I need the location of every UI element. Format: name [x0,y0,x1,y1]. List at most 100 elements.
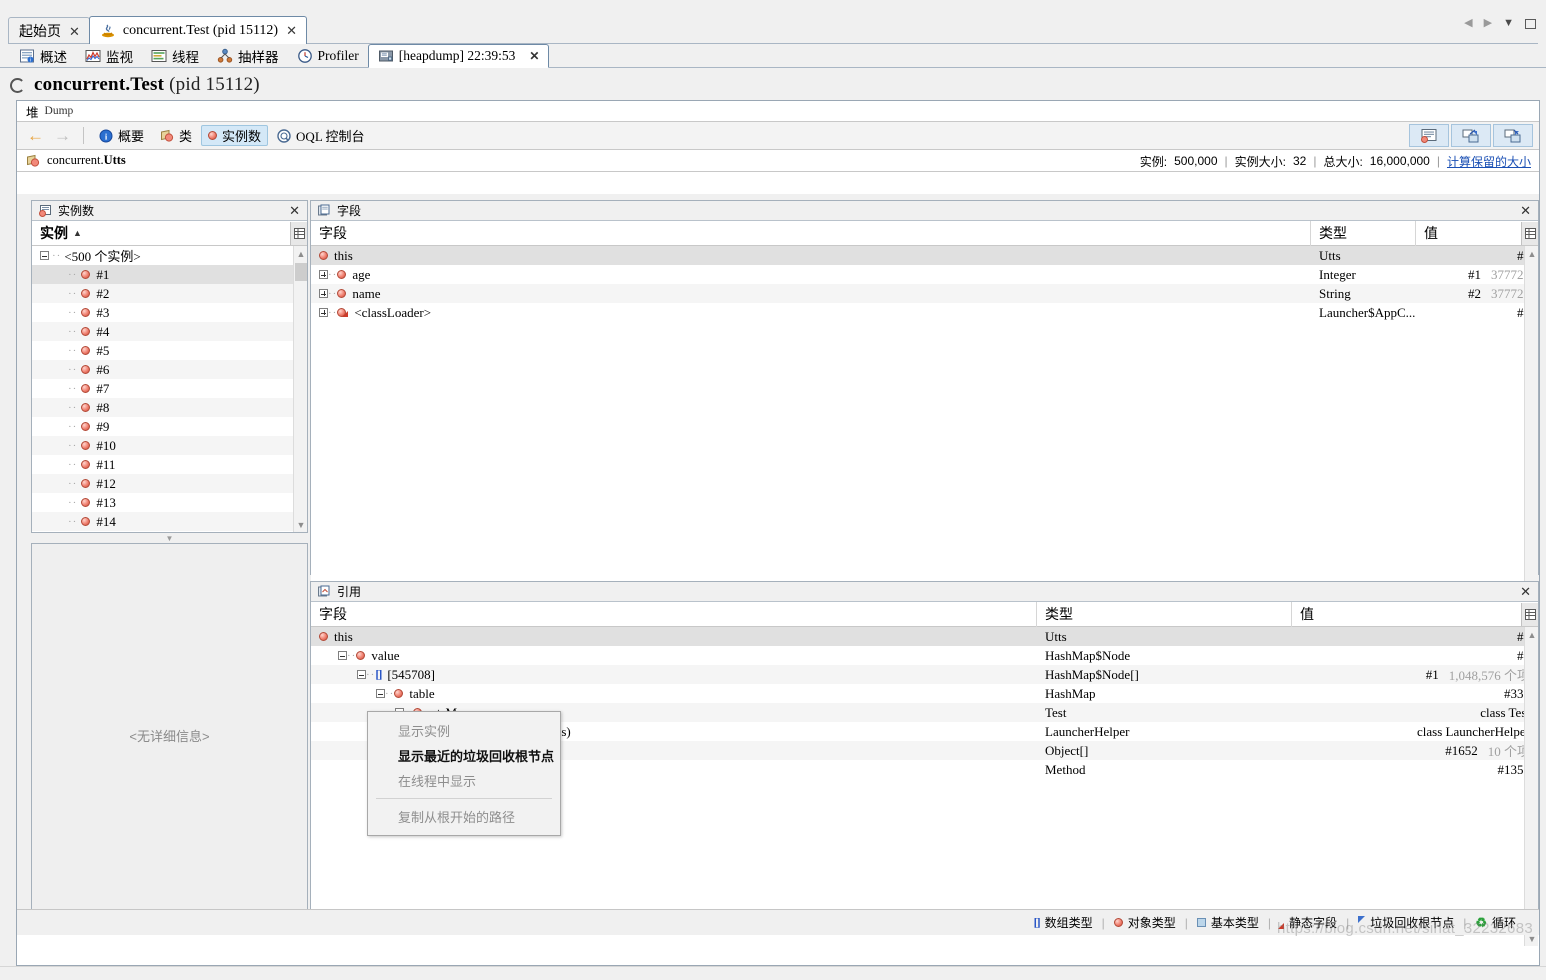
instances-splitter[interactable]: ▼ [31,535,308,542]
instance-row[interactable]: ··#13 [32,493,307,512]
toolbar-button-label: 实例数 [222,126,261,145]
tab-list-dropdown-icon[interactable]: ▼ [1503,18,1514,29]
table-row[interactable]: ··<classLoader>Launcher$AppC...#1 [311,303,1538,322]
expand-handle[interactable] [319,270,328,279]
instance-row[interactable]: ··#4 [32,322,307,341]
menu-item-show-instance[interactable]: 显示实例 [368,718,560,743]
collapse-handle[interactable] [376,689,385,698]
column-header-value[interactable]: 值 [1416,221,1538,246]
column-chooser-button[interactable] [290,222,307,245]
tab-label: 抽样器 [238,46,279,66]
table-row[interactable]: ··nameString#2377722 [311,284,1538,303]
value-primary: class LauncherHelper [1417,724,1530,740]
instance-row[interactable]: ··#6 [32,360,307,379]
scroll-up-icon[interactable]: ▲ [1525,627,1538,642]
instance-row[interactable]: ··#7 [32,379,307,398]
collapse-handle[interactable] [338,651,347,660]
tab-profiler[interactable]: Profiler [288,44,368,68]
instance-row[interactable]: ··#14 [32,512,307,531]
column-chooser-button[interactable] [1521,603,1538,626]
instance-row[interactable]: ··#12 [32,474,307,493]
close-icon[interactable]: ✕ [289,204,300,218]
scrollbar-thumb[interactable] [295,263,307,281]
instance-label: #1 [96,267,109,283]
compute-retained-size-link[interactable]: 计算保留的大小 [1447,153,1531,170]
table-row[interactable]: thisUtts#1 [311,246,1538,265]
toolbar-button-classes[interactable]: 类 [153,125,199,146]
menu-item-label: 显示最近的垃圾回收根节点 [398,746,554,765]
close-icon[interactable]: ✕ [529,49,539,63]
menu-item-copy-path-from-root[interactable]: 复制从根开始的路径 [368,804,560,829]
tab-threads[interactable]: 线程 [142,44,208,68]
instance-row[interactable]: ··#5 [32,341,307,360]
close-icon[interactable]: ✕ [1520,585,1531,599]
references-vertical-scrollbar[interactable]: ▲ ▼ [1524,627,1538,946]
table-row[interactable]: ··tableHashMap#338 [311,684,1538,703]
toolbar-button-instances[interactable]: 实例数 [201,125,268,146]
scroll-tabs-right-icon[interactable]: ▶ [1484,18,1492,29]
references-context-menu[interactable]: 显示实例 显示最近的垃圾回收根节点 在线程中显示 复制从根开始的路径 [367,711,561,836]
doc-tab-concurrent-test[interactable]: concurrent.Test (pid 15112) ✕ [89,16,307,44]
toolbar-button-oql-console[interactable]: OQL 控制台 [270,125,372,146]
column-header-field[interactable]: 字段 [311,602,1037,627]
tab-overview[interactable]: i 概述 [10,44,76,68]
loading-spinner-icon [10,78,25,93]
back-button[interactable]: ← [23,127,48,144]
doc-tab-start-page[interactable]: 起始页 ✕ [8,17,90,44]
maximize-window-icon[interactable] [1525,19,1536,29]
scroll-down-icon[interactable]: ▼ [294,517,307,532]
collapse-all-button[interactable] [1493,124,1533,147]
menu-item-show-in-threads[interactable]: 在线程中显示 [368,768,560,793]
legend-item-static-field: 静态字段 [1271,914,1346,931]
scroll-tabs-left-icon[interactable]: ◀ [1464,18,1472,29]
table-row[interactable]: ··valueHashMap$Node#1 [311,646,1538,665]
fields-tree[interactable]: thisUtts#1··ageInteger#1377722··nameStri… [311,246,1538,593]
table-row[interactable]: ··ageInteger#1377722 [311,265,1538,284]
tab-monitor[interactable]: 监视 [76,44,142,68]
instance-row[interactable]: ··#11 [32,455,307,474]
instance-row[interactable]: ··#10 [32,436,307,455]
column-header-type[interactable]: 类型 [1037,602,1292,627]
instances-vertical-scrollbar[interactable]: ▲ ▼ [293,246,307,532]
menu-item-show-nearest-gc-root[interactable]: 显示最近的垃圾回收根节点 [368,743,560,768]
tree-guide: ·· [68,364,77,376]
instance-row[interactable]: ··#8 [32,398,307,417]
column-header-instance[interactable]: 实例 ▲ [32,221,290,246]
instances-tree[interactable]: ·· <500 个实例> ··#1··#2··#3··#4··#5··#6··#… [32,246,307,532]
scroll-up-icon[interactable]: ▲ [1525,246,1538,261]
expand-all-button[interactable] [1451,124,1491,147]
tree-guide: ·· [366,669,375,681]
close-icon[interactable]: ✕ [285,24,298,37]
close-icon[interactable]: ✕ [68,25,81,38]
collapse-handle[interactable] [40,251,49,260]
cell-type: Test [1037,703,1292,722]
instance-row[interactable]: ··#1 [32,265,307,284]
column-header-label: 值 [1424,223,1438,243]
fields-vertical-scrollbar[interactable]: ▲ ▼ [1524,246,1538,593]
table-row[interactable]: thisUtts#1 [311,627,1538,646]
tab-heapdump[interactable]: [heapdump] 22:39:53 ✕ [368,44,550,68]
column-chooser-button[interactable] [1521,222,1538,245]
fields-icon [317,204,331,218]
value-primary: #1 [1426,667,1439,683]
column-header-field[interactable]: 字段 [311,221,1311,246]
tab-sampler[interactable]: 抽样器 [208,44,288,68]
expand-handle[interactable] [319,308,328,317]
show-instances-view-button[interactable] [1409,124,1449,147]
instance-row[interactable]: ··#3 [32,303,307,322]
collapse-handle[interactable] [357,670,366,679]
scroll-up-icon[interactable]: ▲ [294,246,307,261]
table-row[interactable]: ··[][545708]HashMap$Node[]#11,048,576 个项 [311,665,1538,684]
tree-root-row[interactable]: ·· <500 个实例> [32,246,307,265]
instance-row[interactable]: ··#9 [32,417,307,436]
forward-button[interactable]: → [50,127,75,144]
instance-table-icon [1419,128,1439,144]
legend-label: 循环 [1492,914,1516,931]
expand-handle[interactable] [319,289,328,298]
cell-field: ··name [311,284,1311,303]
column-header-value[interactable]: 值 [1292,602,1538,627]
close-icon[interactable]: ✕ [1520,204,1531,218]
instance-row[interactable]: ··#2 [32,284,307,303]
toolbar-button-summary[interactable]: i 概要 [92,125,151,146]
column-header-type[interactable]: 类型 [1311,221,1416,246]
